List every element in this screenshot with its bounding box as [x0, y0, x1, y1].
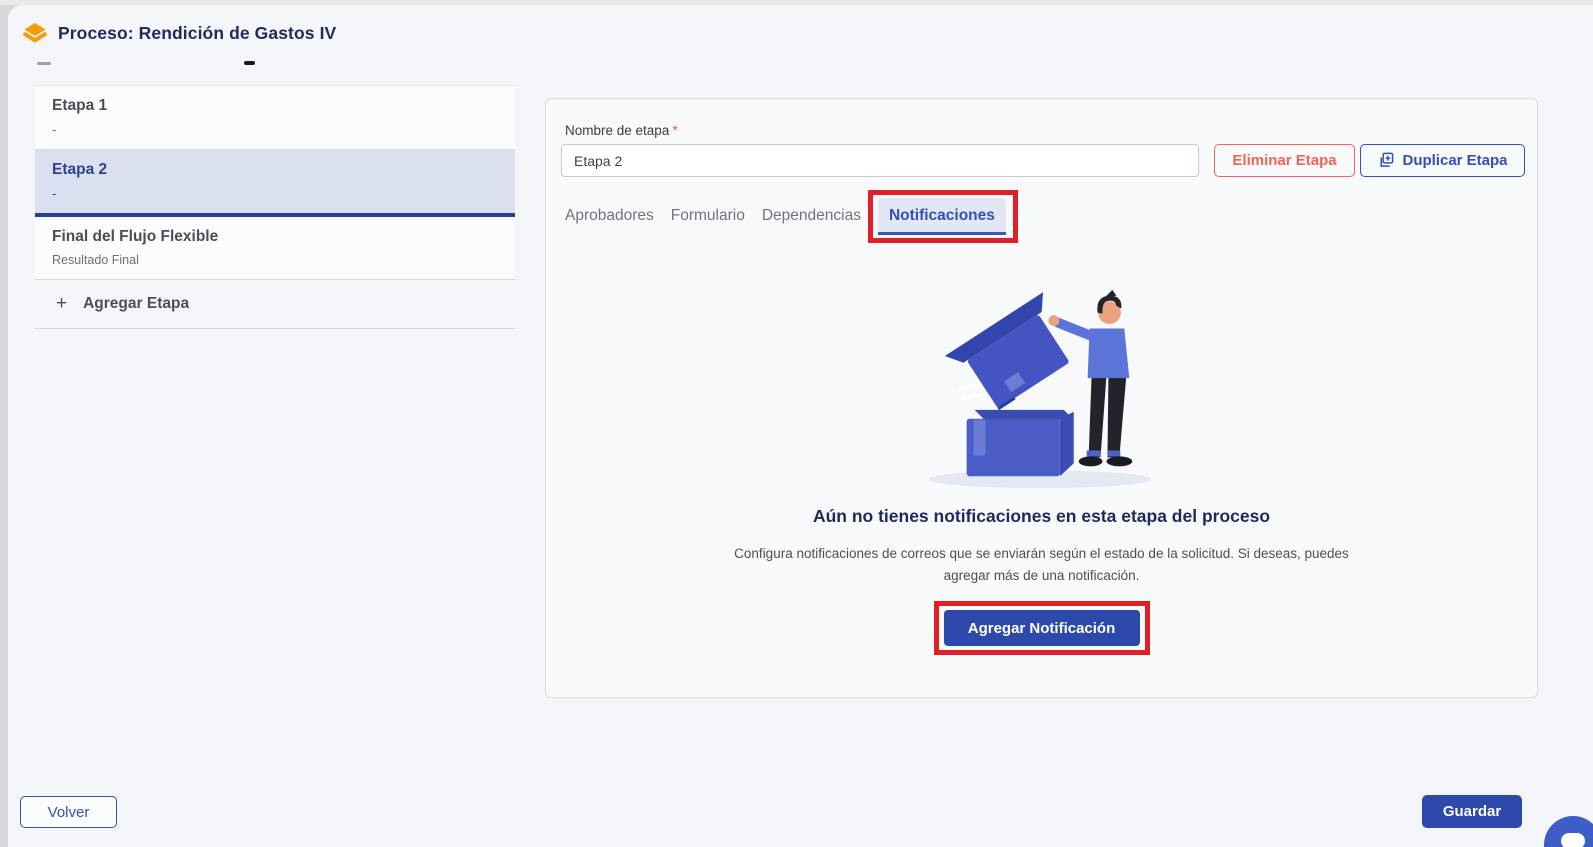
stage-item-etapa-1[interactable]: Etapa 1 -	[35, 85, 515, 150]
stage-title: Etapa 2	[52, 161, 498, 179]
stage-tabs: Aprobadores Formulario Dependencias Noti…	[565, 195, 1006, 237]
stage-name-input[interactable]	[561, 144, 1199, 177]
stage-list: Etapa 1 - Etapa 2 - Final del Flujo Flex…	[35, 85, 515, 329]
stage-config-panel: Nombre de etapa* Eliminar Etapa Duplicar…	[545, 98, 1538, 698]
add-notification-button[interactable]: Agregar Notificación	[944, 610, 1140, 646]
app-surface: Proceso: Rendición de Gastos IV Etapa 1 …	[8, 5, 1593, 847]
stage-item-etapa-2[interactable]: Etapa 2 -	[35, 150, 515, 217]
back-button[interactable]: Volver	[20, 796, 117, 828]
clipped-text-fragment	[37, 62, 51, 65]
tab-label: Notificaciones	[889, 207, 995, 224]
duplicate-icon	[1377, 152, 1394, 169]
delete-stage-button[interactable]: Eliminar Etapa	[1214, 144, 1355, 177]
page-title: Proceso: Rendición de Gastos IV	[58, 23, 336, 44]
stage-item-final-flujo[interactable]: Final del Flujo Flexible Resultado Final	[35, 217, 515, 280]
add-notification-area: Agregar Notificación	[944, 610, 1140, 646]
tab-notificaciones[interactable]: Notificaciones	[878, 198, 1006, 235]
tab-dependencias[interactable]: Dependencias	[762, 198, 861, 234]
stage-subtitle: Resultado Final	[52, 253, 498, 267]
tab-aprobadores[interactable]: Aprobadores	[565, 198, 654, 234]
save-button[interactable]: Guardar	[1422, 795, 1522, 828]
empty-state-description: Configura notificaciones de correos que …	[712, 543, 1372, 586]
required-asterisk: *	[672, 123, 677, 138]
stage-title: Final del Flujo Flexible	[52, 228, 498, 246]
tab-formulario[interactable]: Formulario	[671, 198, 745, 234]
clipped-text-fragment	[244, 61, 255, 65]
stage-subtitle: -	[52, 122, 498, 137]
stage-name-label: Nombre de etapa*	[565, 123, 678, 138]
stage-title: Etapa 1	[52, 97, 498, 115]
chat-widget-button[interactable]	[1544, 816, 1593, 847]
duplicate-stage-button[interactable]: Duplicar Etapa	[1360, 144, 1525, 177]
add-stage-button[interactable]: + Agregar Etapa	[35, 280, 515, 329]
plus-icon: +	[56, 294, 67, 313]
empty-state-title: Aún no tienes notificaciones en esta eta…	[546, 506, 1537, 527]
add-stage-label: Agregar Etapa	[83, 295, 189, 313]
stage-subtitle: -	[52, 186, 498, 201]
empty-state-illustration	[923, 286, 1161, 496]
chat-bubble-icon	[1561, 833, 1585, 847]
duplicate-button-label: Duplicar Etapa	[1402, 152, 1507, 169]
layers-icon	[22, 20, 48, 47]
page-header: Proceso: Rendición de Gastos IV	[22, 20, 336, 47]
